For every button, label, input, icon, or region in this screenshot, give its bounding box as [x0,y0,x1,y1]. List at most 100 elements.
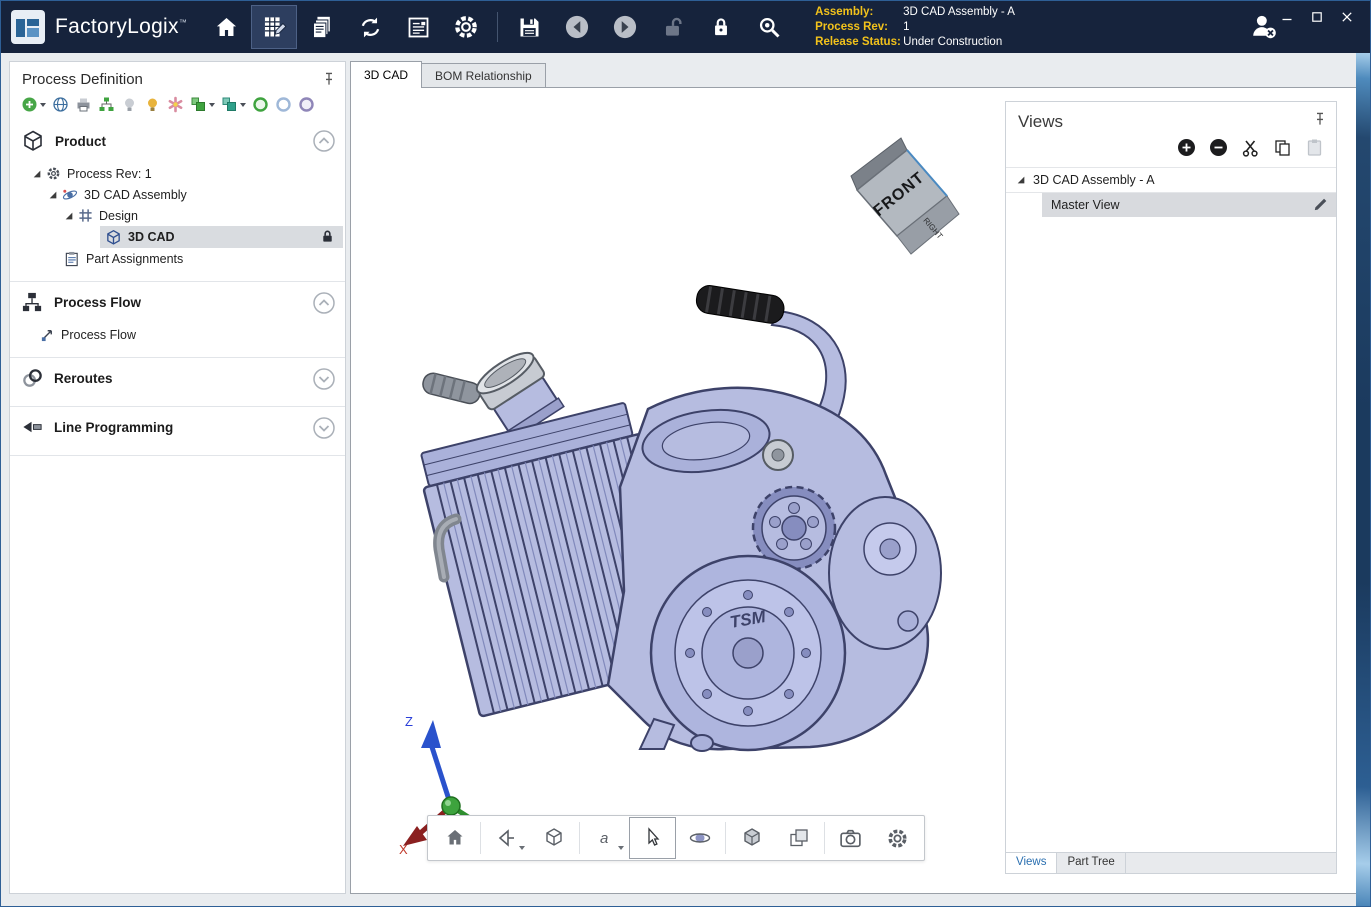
section-layers-button[interactable] [775,817,822,859]
process-flow-icon [21,291,44,314]
process-rev-value: 1 [903,21,909,33]
orientation-cube[interactable]: FRONT RIGHT [839,130,971,262]
views-tree-root[interactable]: 3D CAD Assembly - A [1006,167,1336,193]
orbit-rotate-button[interactable] [676,817,723,859]
process-tree-icon[interactable] [98,96,115,113]
forward-button[interactable] [602,5,648,49]
status-blue-icon[interactable] [275,96,292,113]
toolbar-divider [725,822,726,854]
section-process-flow[interactable]: Process Flow [10,281,345,322]
reroutes-icon [21,367,44,390]
plugin-flower-icon[interactable] [167,96,184,113]
tree-item-process-rev[interactable]: Process Rev: 1 [10,163,345,184]
tree-item-label: 3D CAD Assembly [84,188,187,202]
process-flow-tree: Process Flow [10,322,345,349]
add-view-button[interactable] [1177,138,1196,157]
save-button[interactable] [506,5,552,49]
tab-part-tree[interactable]: Part Tree [1057,853,1125,873]
tab-views[interactable]: Views [1006,853,1057,873]
back-button[interactable] [554,5,600,49]
text-annotation-button[interactable]: a [582,817,629,859]
copy-view-button[interactable] [1273,138,1292,157]
factorylogix-logo-icon [11,10,45,44]
tree-item-3d-cad-assembly[interactable]: 3D CAD Assembly [10,184,345,205]
views-panel-title: Views [1018,112,1063,131]
window-edge-decoration [1356,53,1370,906]
views-tree-master-view[interactable]: Master View [1042,193,1336,217]
views-panel: Views 3D CAD Assembly - A Master View [1005,101,1337,874]
user-logout-button[interactable] [1248,11,1278,41]
chevron-down-circle-icon[interactable] [313,417,335,439]
pin-icon[interactable] [1314,112,1326,126]
expander-icon[interactable] [1016,175,1026,185]
status-purple-icon[interactable] [298,96,315,113]
export-package-button[interactable] [190,96,215,113]
minimize-button[interactable] [1280,10,1294,24]
tree-item-label: Process Rev: 1 [67,167,152,181]
expander-icon[interactable] [32,169,42,179]
release-status-label: Release Status: [815,35,903,50]
tree-item-process-flow[interactable]: Process Flow [10,324,345,345]
edit-pencil-icon[interactable] [1312,197,1328,213]
section-product[interactable]: Product [10,120,345,161]
panel-title: Process Definition [22,71,143,88]
viewport-settings-button[interactable] [874,817,921,859]
cad-viewport[interactable]: TSM FRONT RIGHT [350,87,1358,894]
previous-view-button[interactable] [483,817,530,859]
close-button[interactable] [1340,10,1354,24]
settings-gear-button[interactable] [443,5,489,49]
search-tools-button[interactable] [746,5,792,49]
product-tree: Process Rev: 1 3D CAD Assembly Design 3D… [10,161,345,273]
home-button[interactable] [203,5,249,49]
paste-view-button[interactable] [1305,138,1324,157]
engine-3d-model[interactable]: TSM [396,273,956,773]
expander-icon[interactable] [64,211,74,221]
reports-button[interactable] [395,5,441,49]
tree-item-design[interactable]: Design [10,205,345,226]
add-step-button[interactable] [21,96,46,113]
cad-cube-icon [105,229,122,246]
screenshot-camera-button[interactable] [827,817,874,859]
cut-view-button[interactable] [1241,138,1260,157]
import-package-button[interactable] [221,96,246,113]
tree-item-label: Design [99,209,138,223]
section-label-product: Product [55,134,106,149]
bulb-on-icon[interactable] [144,96,161,113]
expander-icon[interactable] [48,190,58,200]
tab-3d-cad[interactable]: 3D CAD [350,61,422,88]
home-view-button[interactable] [431,817,478,859]
unlock-button[interactable] [650,5,696,49]
pin-icon[interactable] [323,72,335,86]
chevron-down-circle-icon[interactable] [313,368,335,390]
bulb-off-icon[interactable] [121,96,138,113]
assembly-info: Assembly:3D CAD Assembly - A Process Rev… [815,5,1015,50]
chevron-up-circle-icon[interactable] [313,130,335,152]
document-tabs: 3D CAD BOM Relationship [350,61,546,87]
tree-item-label: Process Flow [61,328,136,342]
process-definition-panel: Process Definition Product [9,61,346,894]
tree-item-3d-cad[interactable]: 3D CAD [100,226,343,248]
section-line-programming[interactable]: Line Programming [10,406,345,447]
process-definition-button[interactable] [251,5,297,49]
lock-button[interactable] [698,5,744,49]
tab-bom-relationship[interactable]: BOM Relationship [422,63,546,87]
remove-view-button[interactable] [1209,138,1228,157]
sidebar-toolbar [10,91,345,120]
solid-cube-button[interactable] [728,817,775,859]
titlebar: FactoryLogix™ [1,1,1370,53]
status-green-icon[interactable] [252,96,269,113]
documents-button[interactable] [299,5,345,49]
chevron-up-circle-icon[interactable] [313,292,335,314]
toolbar-divider [824,822,825,854]
print-button[interactable] [75,96,92,113]
tree-item-part-assignments[interactable]: Part Assignments [10,248,345,269]
web-link-icon[interactable] [52,96,69,113]
flow-arrow-icon [40,327,55,342]
select-cursor-button[interactable] [629,817,676,859]
isometric-view-button[interactable] [530,817,577,859]
process-rev-label: Process Rev: [815,20,903,35]
sync-button[interactable] [347,5,393,49]
section-reroutes[interactable]: Reroutes [10,357,345,398]
maximize-button[interactable] [1310,10,1324,24]
assembly-icon [62,187,78,203]
